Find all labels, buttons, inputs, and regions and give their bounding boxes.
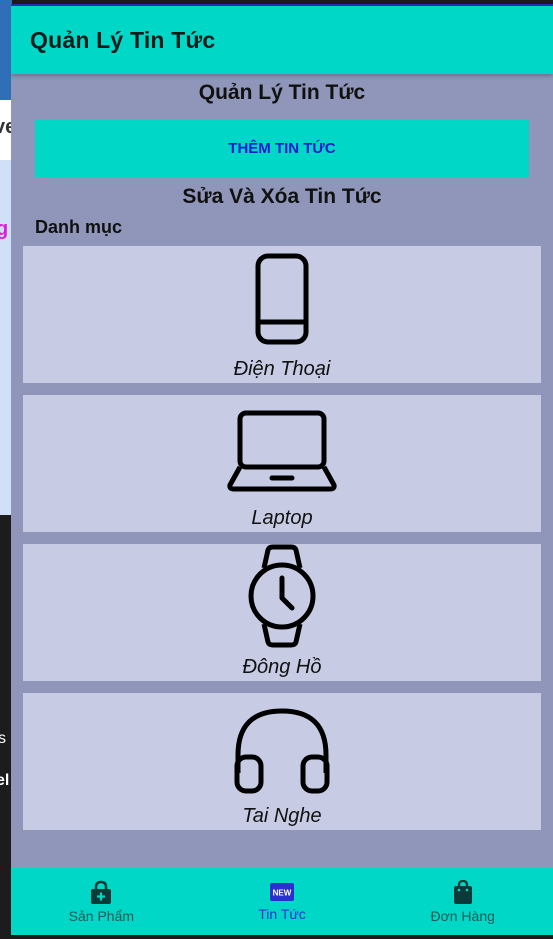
- category-label-text: Tai Nghe: [242, 805, 322, 827]
- news-manager-window: Quản Lý Tin Tức Quản Lý Tin Tức THÊM TIN…: [11, 4, 553, 935]
- watch-icon: [248, 544, 316, 648]
- nav-label: Tin Tức: [258, 905, 306, 922]
- category-list: Điện Thoại Laptop Đông Hồ Tai Nghe: [11, 246, 553, 830]
- lock-plus-icon: [91, 880, 112, 904]
- add-news-button[interactable]: THÊM TIN TỨC: [35, 120, 529, 177]
- category-label-text: Laptop: [251, 507, 313, 529]
- svg-text:NEW: NEW: [273, 888, 292, 897]
- nav-label: Sản Phẩm: [68, 907, 135, 924]
- shopping-bag-icon: [453, 879, 472, 904]
- background-text-fragment: s: [0, 730, 6, 747]
- app-bar: Quản Lý Tin Tức: [11, 6, 553, 74]
- nav-item-news[interactable]: NEW Tin Tức: [192, 868, 373, 935]
- phone-icon: [255, 253, 309, 345]
- category-card-laptop[interactable]: Laptop: [23, 395, 541, 532]
- category-card-phone[interactable]: Điện Thoại: [23, 246, 541, 383]
- category-card-headphones[interactable]: Tai Nghe: [23, 693, 541, 830]
- category-card-watch[interactable]: Đông Hồ: [23, 544, 541, 681]
- category-label-text: Đông Hồ: [242, 656, 322, 678]
- app-bar-title: Quản Lý Tin Tức: [30, 26, 216, 53]
- new-badge-icon: NEW: [270, 882, 294, 901]
- nav-item-orders[interactable]: Đơn Hàng: [372, 868, 553, 935]
- category-label: Danh mục: [35, 217, 123, 237]
- nav-item-products[interactable]: Sản Phẩm: [11, 868, 192, 935]
- nav-label: Đơn Hàng: [430, 907, 495, 924]
- bottom-navigation: Sản Phẩm NEW Tin Tức Đơn Hàng: [11, 868, 553, 935]
- background-text-fragment: g: [0, 218, 9, 240]
- laptop-icon: [227, 410, 337, 492]
- headphones-icon: [234, 708, 330, 794]
- page-title: Quản Lý Tin Tức: [198, 81, 366, 104]
- category-label-text: Điện Thoại: [233, 358, 331, 380]
- background-text-fragment: el: [0, 772, 10, 789]
- edit-section-title: Sửa Và Xóa Tin Tức: [182, 185, 382, 208]
- main-content: Quản Lý Tin Tức THÊM TIN TỨC Sửa Và Xóa …: [11, 80, 553, 238]
